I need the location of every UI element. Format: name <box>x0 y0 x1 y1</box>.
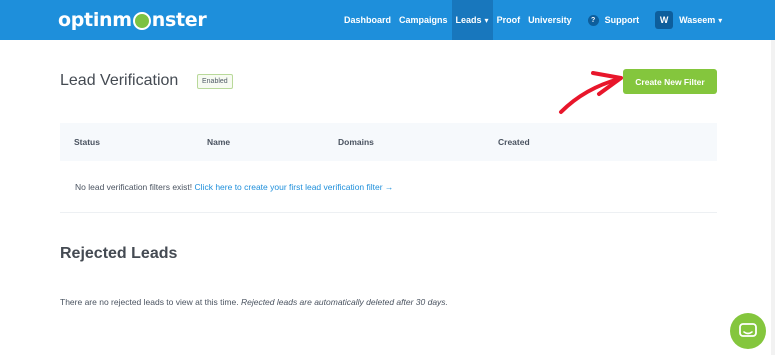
empty-filters-text: No lead verification filters exist! <box>75 182 193 192</box>
nav-university[interactable]: University <box>524 0 576 40</box>
main-nav: Dashboard Campaigns Leads ▾ Proof Univer… <box>340 0 726 40</box>
chevron-down-icon: ▾ <box>484 15 489 25</box>
red-arrow-annotation-icon <box>559 71 623 114</box>
column-header-status: Status <box>74 137 100 147</box>
status-badge: Enabled <box>197 74 233 89</box>
column-header-created: Created <box>498 137 530 147</box>
nav-university-label: University <box>528 15 572 25</box>
rejected-leads-title: Rejected Leads <box>60 245 178 262</box>
filters-table-header: Status Name Domains Created <box>60 123 717 161</box>
nav-dashboard[interactable]: Dashboard <box>340 0 395 40</box>
monster-mascot-icon <box>132 12 151 30</box>
create-first-filter-link[interactable]: Click here to create your first lead ver… <box>195 182 394 192</box>
nav-dashboard-label: Dashboard <box>344 15 392 25</box>
nav-leads-label: Leads <box>455 15 482 25</box>
logo-text-left: optinm <box>58 9 132 31</box>
logo-text-right: nster <box>151 9 207 31</box>
nav-support-label: Support <box>604 15 640 25</box>
top-navigation-bar: optinm nster Dashboard Campaigns Leads ▾… <box>0 0 775 40</box>
user-name: Waseem <box>679 15 716 25</box>
nav-support[interactable]: ? Support <box>584 0 644 40</box>
empty-filters-message: No lead verification filters exist! Clic… <box>75 182 393 192</box>
nav-campaigns-label: Campaigns <box>399 15 448 25</box>
chevron-down-icon: ▾ <box>718 15 723 25</box>
chat-launcher-button[interactable] <box>730 313 766 349</box>
optinmonster-logo[interactable]: optinm nster <box>58 9 207 31</box>
page-scrollbar[interactable] <box>771 40 775 355</box>
page-title: Lead Verification <box>60 72 179 89</box>
rejected-leads-note-italic: Rejected leads are automatically deleted… <box>240 297 448 307</box>
rejected-leads-note: There are no rejected leads to view at t… <box>60 297 448 307</box>
rejected-leads-note-text: There are no rejected leads to view at t… <box>60 297 239 307</box>
question-circle-icon: ? <box>587 14 599 26</box>
user-menu[interactable]: W Waseem ▾ <box>651 0 726 40</box>
nav-campaigns[interactable]: Campaigns <box>395 0 452 40</box>
column-header-name: Name <box>207 137 231 147</box>
main-content: Lead Verification Enabled Create New Fil… <box>0 40 775 355</box>
avatar: W <box>655 11 674 29</box>
nav-proof[interactable]: Proof <box>493 0 525 40</box>
empty-filters-row: No lead verification filters exist! Clic… <box>60 161 717 213</box>
nav-proof-label: Proof <box>496 15 521 25</box>
create-new-filter-button[interactable]: Create New Filter <box>623 69 717 94</box>
nav-leads[interactable]: Leads ▾ <box>451 0 493 40</box>
column-header-domains: Domains <box>338 137 374 147</box>
chat-bubble-icon <box>739 323 757 337</box>
